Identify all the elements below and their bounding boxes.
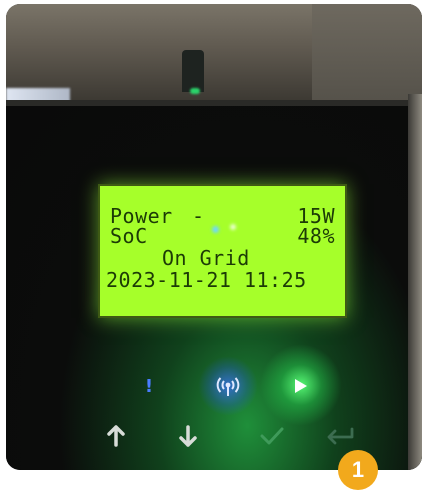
wall-frame-right xyxy=(408,94,422,470)
lcd-soc-label: SoC xyxy=(110,224,148,248)
top-status-led xyxy=(190,88,200,94)
enter-icon[interactable] xyxy=(324,422,356,450)
arrow-down-icon[interactable] xyxy=(174,422,202,450)
lcd-soc-value: 48% xyxy=(297,224,335,248)
wireless-signal-icon xyxy=(198,356,258,416)
arrow-up-icon[interactable] xyxy=(102,422,130,450)
lcd-datetime: 2023-11-21 11:25 xyxy=(106,268,307,292)
annotation-badge: 1 xyxy=(338,450,378,490)
warning-icon: ! xyxy=(144,375,154,397)
lcd-grid-status: On Grid xyxy=(162,246,250,270)
led-reflection-blue xyxy=(212,226,219,233)
lcd-power-value: 15W xyxy=(297,204,335,228)
lcd-display: Power - 15W SoC 48% On Grid 2023-11-21 1… xyxy=(98,184,347,318)
led-reflection-green xyxy=(230,224,236,230)
inverter-top-edge xyxy=(6,100,422,106)
lcd-power-label: Power xyxy=(110,204,173,228)
lcd-power-separator: - xyxy=(192,204,205,228)
check-icon[interactable] xyxy=(258,422,286,450)
cable-gland xyxy=(182,50,204,92)
play-icon xyxy=(260,344,342,426)
device-photo: Power - 15W SoC 48% On Grid 2023-11-21 1… xyxy=(6,4,422,470)
